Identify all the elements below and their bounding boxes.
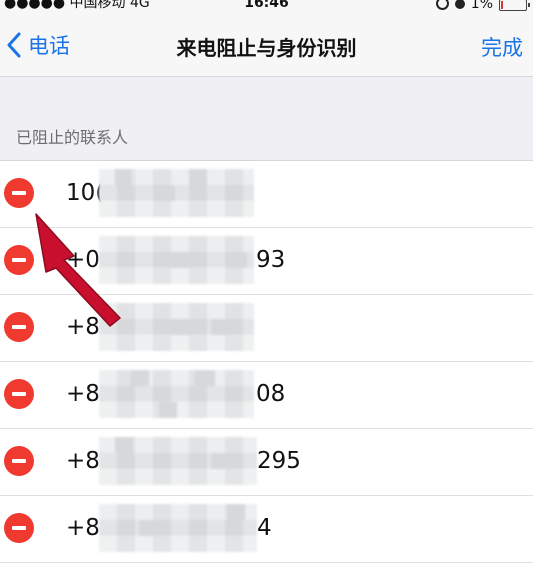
- done-button[interactable]: 完成: [481, 32, 523, 62]
- phone-number-prefix: +8: [66, 381, 100, 407]
- list-item[interactable]: +8: [0, 295, 533, 362]
- redacted-number: [99, 236, 254, 284]
- redacted-number: [99, 504, 257, 552]
- page-title: 来电阻止与身份识别: [176, 36, 357, 60]
- navigation-bar: 电话 来电阻止与身份识别 完成: [0, 14, 533, 77]
- list-item[interactable]: +8 295: [0, 429, 533, 496]
- redacted-number: [99, 437, 257, 485]
- battery-percent: 1%: [470, 0, 493, 12]
- phone-number-prefix: +8: [66, 314, 100, 340]
- delete-minus-icon[interactable]: [4, 513, 34, 543]
- delete-minus-icon[interactable]: [4, 245, 34, 275]
- status-bar: ●●●●● 中国移动 4G 16:46 1%: [0, 0, 533, 14]
- phone-number-prefix: +8: [66, 448, 100, 474]
- blocked-contacts-list: 10( +0( 93 +8 +8 08 +8 295 +8 4: [0, 160, 533, 563]
- redacted-number: [99, 303, 254, 351]
- phone-number-suffix: 93: [256, 247, 286, 273]
- list-item[interactable]: +8 08: [0, 362, 533, 429]
- list-item[interactable]: 10(: [0, 161, 533, 228]
- list-item[interactable]: +8 4: [0, 496, 533, 563]
- redacted-number: [99, 370, 254, 418]
- phone-number-prefix: +8: [66, 515, 100, 541]
- phone-number-suffix: 4: [257, 515, 272, 541]
- orientation-lock-icon: [435, 0, 449, 10]
- alarm-icon: [454, 0, 465, 9]
- phone-number-suffix: 295: [257, 448, 301, 474]
- delete-minus-icon[interactable]: [4, 178, 34, 208]
- status-icons: 1%: [435, 0, 530, 12]
- list-item[interactable]: +0( 93: [0, 228, 533, 295]
- battery-icon: [499, 0, 530, 11]
- redacted-number: [99, 169, 254, 217]
- delete-minus-icon[interactable]: [4, 379, 34, 409]
- phone-number-suffix: 08: [256, 381, 286, 407]
- section-header: 已阻止的联系人: [16, 128, 129, 147]
- delete-minus-icon[interactable]: [4, 312, 34, 342]
- delete-minus-icon[interactable]: [4, 446, 34, 476]
